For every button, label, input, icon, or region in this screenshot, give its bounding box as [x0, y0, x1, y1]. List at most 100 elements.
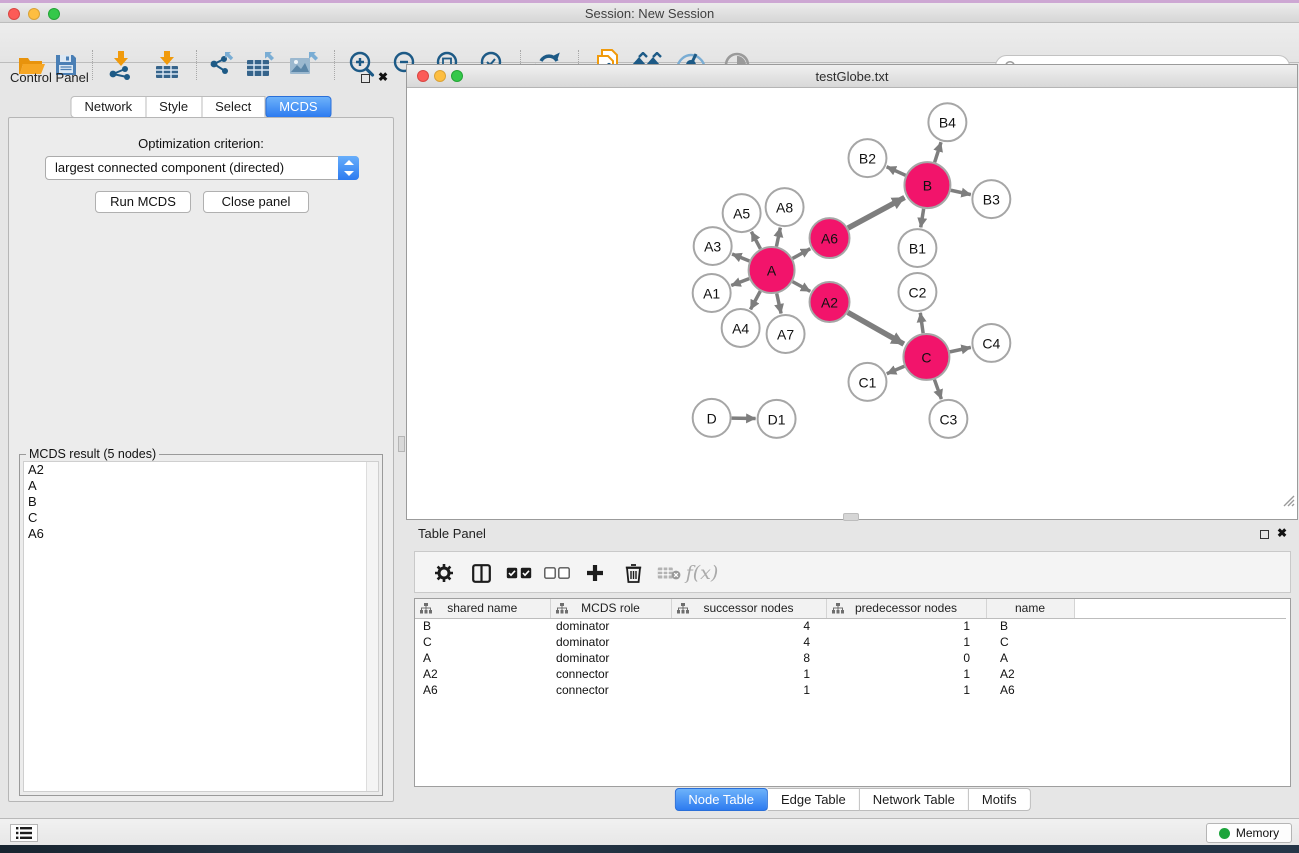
table-panel-tabs: Node TableEdge TableNetwork TableMotifs: [674, 788, 1030, 811]
graph-node-label-B3: B3: [983, 192, 1000, 208]
close-panel-icon[interactable]: ✖: [378, 70, 388, 84]
graph-node-label-A: A: [767, 263, 777, 279]
graph-node-label-C4: C4: [982, 335, 1000, 351]
cell-name: C: [986, 634, 1074, 650]
column-header-successor-nodes[interactable]: successor nodes: [671, 599, 826, 618]
table-row[interactable]: Cdominator41C: [415, 634, 1286, 650]
graph-edge-C-C3[interactable]: [934, 380, 941, 400]
column-header-MCDS-role[interactable]: MCDS role: [550, 599, 671, 618]
column-header-predecessor-nodes[interactable]: predecessor nodes: [826, 599, 986, 618]
criterion-value: largest connected component (directed): [55, 160, 284, 175]
table-row[interactable]: Bdominator41B: [415, 618, 1286, 634]
graph-edge-B-B2[interactable]: [887, 167, 906, 176]
cell-successor-nodes: 4: [671, 634, 826, 650]
cell-successor-nodes: 1: [671, 682, 826, 698]
table-panel-title: Table Panel: [418, 526, 486, 541]
float-table-panel-icon[interactable]: [1260, 530, 1269, 539]
show-columns-icon[interactable]: [466, 558, 496, 588]
add-column-icon[interactable]: [580, 558, 610, 588]
float-panel-icon[interactable]: [361, 74, 370, 83]
graph-edge-C-C4[interactable]: [950, 347, 971, 352]
mcds-result-item[interactable]: A2: [24, 462, 378, 478]
graph-node-label-C2: C2: [908, 285, 926, 301]
column-header-name[interactable]: name: [986, 599, 1074, 618]
mcds-result-item[interactable]: C: [24, 510, 378, 526]
table-panel: Table Panel ✖ f(x): [406, 522, 1299, 818]
dropdown-stepper-icon: [338, 156, 359, 180]
network-canvas[interactable]: AA6A2BCA5A8A3A1A4A7B2B4B3B1C2C4C1C3DD1: [407, 88, 1297, 509]
memory-button[interactable]: Memory: [1206, 823, 1292, 843]
network-graph[interactable]: AA6A2BCA5A8A3A1A4A7B2B4B3B1C2C4C1C3DD1: [407, 88, 1297, 509]
titlebar: Session: New Session: [0, 3, 1299, 23]
graph-node-label-A6: A6: [821, 231, 838, 247]
mcds-result-item[interactable]: A6: [24, 526, 378, 542]
graph-edge-B-B4[interactable]: [935, 142, 941, 162]
tab-style[interactable]: Style: [146, 96, 202, 118]
cell-mcds-role: connector: [550, 666, 671, 682]
table-row[interactable]: Adominator80A: [415, 650, 1286, 666]
cell-mcds-role: dominator: [550, 650, 671, 666]
graph-edge-A-A8[interactable]: [776, 228, 780, 247]
resize-grip-icon[interactable]: [1281, 493, 1295, 507]
tab-edge-table[interactable]: Edge Table: [768, 788, 860, 811]
delete-table-icon[interactable]: [654, 558, 684, 588]
memory-status-icon: [1219, 828, 1230, 839]
graph-edge-A-A4[interactable]: [751, 291, 761, 309]
graph-node-label-A2: A2: [821, 294, 838, 310]
network-window-title: testGlobe.txt: [407, 69, 1297, 84]
graph-edge-A-A3[interactable]: [732, 254, 749, 261]
graph-edge-A-A1[interactable]: [731, 279, 749, 286]
splitter-handle[interactable]: [398, 436, 405, 452]
memory-label: Memory: [1236, 826, 1279, 840]
select-all-columns-icon[interactable]: [504, 558, 534, 588]
cell-shared-name: C: [415, 634, 550, 650]
horizontal-splitter-handle[interactable]: [843, 513, 859, 521]
column-header-shared-name[interactable]: shared name: [415, 599, 550, 618]
mcds-result-item[interactable]: B: [24, 494, 378, 510]
task-history-button[interactable]: [10, 824, 38, 842]
graph-edge-A6-B[interactable]: [848, 197, 905, 228]
graph-node-label-C3: C3: [939, 411, 957, 427]
graph-edge-C-C1[interactable]: [887, 366, 905, 373]
main-toolbar: [0, 23, 1299, 63]
deselect-all-columns-icon[interactable]: [542, 558, 572, 588]
graph-edge-A-A7[interactable]: [777, 293, 781, 313]
graph-node-label-A7: A7: [777, 326, 794, 342]
vertical-splitter[interactable]: [398, 66, 405, 814]
close-panel-button[interactable]: Close panel: [203, 191, 309, 213]
graph-edge-A-A2[interactable]: [793, 282, 811, 292]
graph-edge-A2-C[interactable]: [848, 312, 904, 344]
application-window: Session: New Session: [0, 0, 1299, 853]
tab-motifs[interactable]: Motifs: [969, 788, 1031, 811]
table-header-row: shared nameMCDS rolesuccessor nodesprede…: [415, 599, 1286, 618]
graph-edge-B-B1[interactable]: [921, 209, 924, 228]
function-builder-icon[interactable]: f(x): [687, 558, 717, 588]
tab-node-table[interactable]: Node Table: [674, 788, 768, 811]
tab-network[interactable]: Network: [70, 96, 146, 118]
graph-node-label-C: C: [921, 349, 931, 365]
cell-predecessor-nodes: 1: [826, 618, 986, 634]
close-table-panel-icon[interactable]: ✖: [1277, 526, 1287, 540]
mcds-result-item[interactable]: A: [24, 478, 378, 494]
graph-node-label-A8: A8: [776, 200, 793, 216]
cell-predecessor-nodes: 1: [826, 666, 986, 682]
run-mcds-button[interactable]: Run MCDS: [95, 191, 191, 213]
result-scrollbar[interactable]: [366, 462, 378, 791]
optimization-criterion-label: Optimization criterion:: [9, 136, 393, 151]
delete-column-icon[interactable]: [618, 558, 648, 588]
status-bar: Memory: [0, 818, 1299, 845]
tab-mcds[interactable]: MCDS: [265, 96, 331, 118]
graph-edge-A-A6[interactable]: [793, 249, 811, 259]
graph-edge-C-C2[interactable]: [920, 313, 923, 333]
control-panel-tabs: NetworkStyleSelectMCDS: [70, 96, 331, 118]
graph-node-label-A5: A5: [733, 206, 750, 222]
tab-network-table[interactable]: Network Table: [860, 788, 969, 811]
graph-edge-A-A5[interactable]: [751, 232, 760, 249]
table-row[interactable]: A2connector11A2: [415, 666, 1286, 682]
table-row[interactable]: A6connector11A6: [415, 682, 1286, 698]
criterion-dropdown[interactable]: largest connected component (directed): [45, 156, 359, 180]
cell-successor-nodes: 1: [671, 666, 826, 682]
tab-select[interactable]: Select: [202, 96, 265, 118]
graph-edge-B-B3[interactable]: [951, 190, 971, 194]
settings-gear-icon[interactable]: [429, 558, 459, 588]
